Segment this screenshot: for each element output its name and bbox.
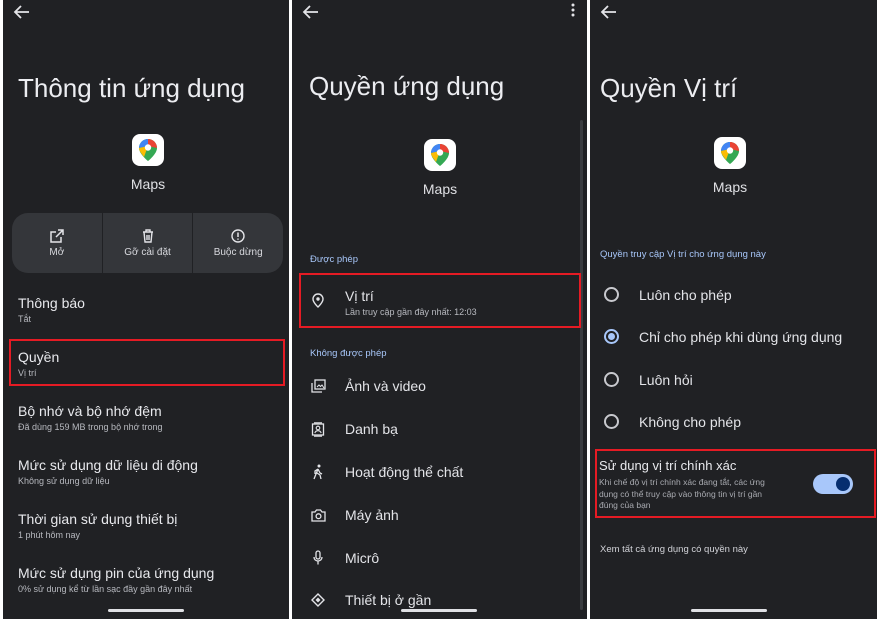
- maps-pin-icon: [139, 139, 157, 161]
- open-label: Mở: [49, 246, 65, 258]
- permission-physical-activity[interactable]: Hoạt động thể chất: [310, 461, 570, 483]
- permission-label: Ảnh và video: [345, 378, 426, 394]
- app-name: Maps: [422, 181, 458, 197]
- allowed-section-header: Được phép: [310, 254, 358, 265]
- option-label[interactable]: Luôn hỏi: [639, 372, 693, 388]
- setting-title: Thời gian sử dụng thiết bị: [18, 511, 178, 527]
- trash-icon: [142, 228, 153, 243]
- force-stop-label: Buộc dừng: [213, 246, 263, 258]
- action-bar: Mở Gỡ cài đặt Buộc dừng: [12, 213, 283, 273]
- open-button[interactable]: Mở: [12, 213, 102, 273]
- setting-subtitle: 1 phút hôm nay: [18, 530, 81, 540]
- page-title: Quyền Vị trí: [600, 73, 738, 103]
- setting-title: Mức sử dụng pin của ứng dụng: [18, 565, 215, 581]
- maps-app-icon: [132, 134, 164, 166]
- setting-title: Mức sử dụng dữ liệu di động: [18, 457, 198, 473]
- highlight-box-permissions: [9, 339, 285, 386]
- maps-pin-icon: [431, 144, 449, 166]
- setting-subtitle: Không sử dụng dữ liệu: [18, 476, 110, 486]
- back-arrow-icon[interactable]: [598, 2, 620, 22]
- alert-circle-icon: [231, 228, 245, 243]
- setting-notifications[interactable]: Thông báo Tắt: [18, 295, 283, 324]
- setting-mobile-data[interactable]: Mức sử dụng dữ liệu di động Không sử dụn…: [18, 457, 283, 486]
- maps-app-icon: [714, 137, 746, 169]
- radio-allow-while-using[interactable]: [604, 329, 619, 344]
- option-label[interactable]: Luôn cho phép: [639, 287, 732, 303]
- setting-title: Bộ nhớ và bộ nhớ đệm: [18, 403, 162, 419]
- setting-title: Thông báo: [18, 295, 85, 311]
- permission-label: Micrô: [345, 550, 380, 566]
- setting-screen-time[interactable]: Thời gian sử dụng thiết bị 1 phút hôm na…: [18, 511, 283, 540]
- back-arrow-icon[interactable]: [300, 2, 322, 22]
- option-label[interactable]: Không cho phép: [639, 414, 741, 430]
- gesture-nav-bar[interactable]: [401, 609, 477, 612]
- permission-label: Danh bạ: [345, 421, 398, 437]
- uninstall-button[interactable]: Gỡ cài đặt: [101, 213, 193, 273]
- page-title: Thông tin ứng dụng: [18, 73, 246, 103]
- open-external-icon: [50, 228, 64, 243]
- app-name: Maps: [130, 176, 166, 192]
- nearby-devices-icon: [311, 593, 325, 607]
- highlight-box-precise-location: [595, 449, 876, 518]
- permission-contacts[interactable]: Danh bạ: [310, 418, 570, 440]
- permission-photos[interactable]: Ảnh và video: [310, 375, 570, 397]
- microphone-icon: [313, 550, 323, 565]
- permission-label: Máy ảnh: [345, 507, 399, 523]
- back-arrow-icon[interactable]: [11, 2, 33, 22]
- photo-library-icon: [310, 379, 326, 393]
- maps-pin-icon: [721, 142, 739, 164]
- option-label[interactable]: Chỉ cho phép khi dùng ứng dụng: [639, 329, 842, 345]
- gesture-nav-bar[interactable]: [691, 609, 767, 612]
- force-stop-button[interactable]: Buộc dừng: [192, 213, 283, 273]
- radio-ask-every-time[interactable]: [604, 372, 619, 387]
- setting-subtitle: Đã dùng 159 MB trong bộ nhớ trong: [18, 422, 163, 432]
- contacts-icon: [311, 421, 325, 437]
- page-title: Quyền ứng dụng: [309, 71, 505, 101]
- setting-subtitle: Tắt: [18, 314, 32, 324]
- maps-app-icon: [424, 139, 456, 171]
- uninstall-label: Gỡ cài đặt: [124, 246, 171, 258]
- highlight-box-location: [299, 273, 581, 328]
- setting-battery[interactable]: Mức sử dụng pin của ứng dụng 0% sử dụng …: [18, 565, 283, 594]
- walking-person-icon: [313, 464, 323, 480]
- app-permissions-screen: Quyền ứng dụng Maps Được phép Vị trí Lần…: [292, 0, 587, 619]
- not-allowed-section-header: Không được phép: [310, 348, 387, 359]
- see-all-apps-link[interactable]: Xem tất cả ứng dụng có quyền này: [600, 544, 748, 555]
- app-name: Maps: [712, 179, 748, 195]
- permission-label: Thiết bị ở gần: [345, 592, 432, 608]
- scrollbar[interactable]: [580, 120, 583, 610]
- radio-always-allow[interactable]: [604, 287, 619, 302]
- location-access-section-header: Quyền truy cập Vị trí cho ứng dụng này: [600, 249, 766, 260]
- permission-microphone[interactable]: Micrô: [310, 547, 570, 569]
- app-info-screen: Thông tin ứng dụng Maps Mở Gỡ cài đặt Bu…: [3, 0, 289, 619]
- permission-camera[interactable]: Máy ảnh: [310, 504, 570, 526]
- gesture-nav-bar[interactable]: [108, 609, 184, 612]
- location-permission-screen: Quyền Vị trí Maps Quyền truy cập Vị trí …: [590, 0, 877, 619]
- radio-dont-allow[interactable]: [604, 414, 619, 429]
- setting-subtitle: 0% sử dụng kể từ lần sạc đầy gần đây nhấ…: [18, 584, 193, 594]
- camera-icon: [310, 508, 326, 522]
- permission-label: Hoạt động thể chất: [345, 464, 464, 480]
- setting-storage[interactable]: Bộ nhớ và bộ nhớ đệm Đã dùng 159 MB tron…: [18, 403, 283, 432]
- more-options-icon[interactable]: [571, 3, 575, 17]
- permission-nearby-devices[interactable]: Thiết bị ở gần: [310, 589, 570, 611]
